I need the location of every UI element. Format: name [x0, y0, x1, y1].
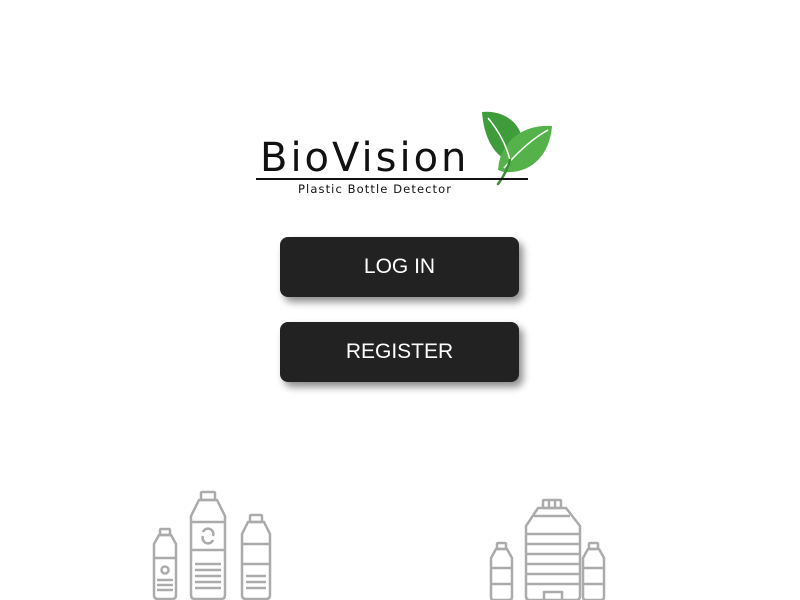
leaf-icon: [482, 111, 552, 186]
logo-underline: [256, 178, 528, 180]
plastic-bottles-icon: [152, 490, 272, 600]
welcome-screen: BioVision Plastic Bottle Detector LOG IN…: [0, 0, 800, 600]
register-button[interactable]: REGISTER: [280, 322, 519, 382]
app-title: BioVision: [260, 135, 470, 181]
login-button[interactable]: LOG IN: [280, 237, 519, 297]
app-tagline: Plastic Bottle Detector: [298, 182, 453, 196]
water-jug-bottles-icon: [489, 498, 606, 600]
app-logo: BioVision Plastic Bottle Detector: [256, 110, 556, 200]
